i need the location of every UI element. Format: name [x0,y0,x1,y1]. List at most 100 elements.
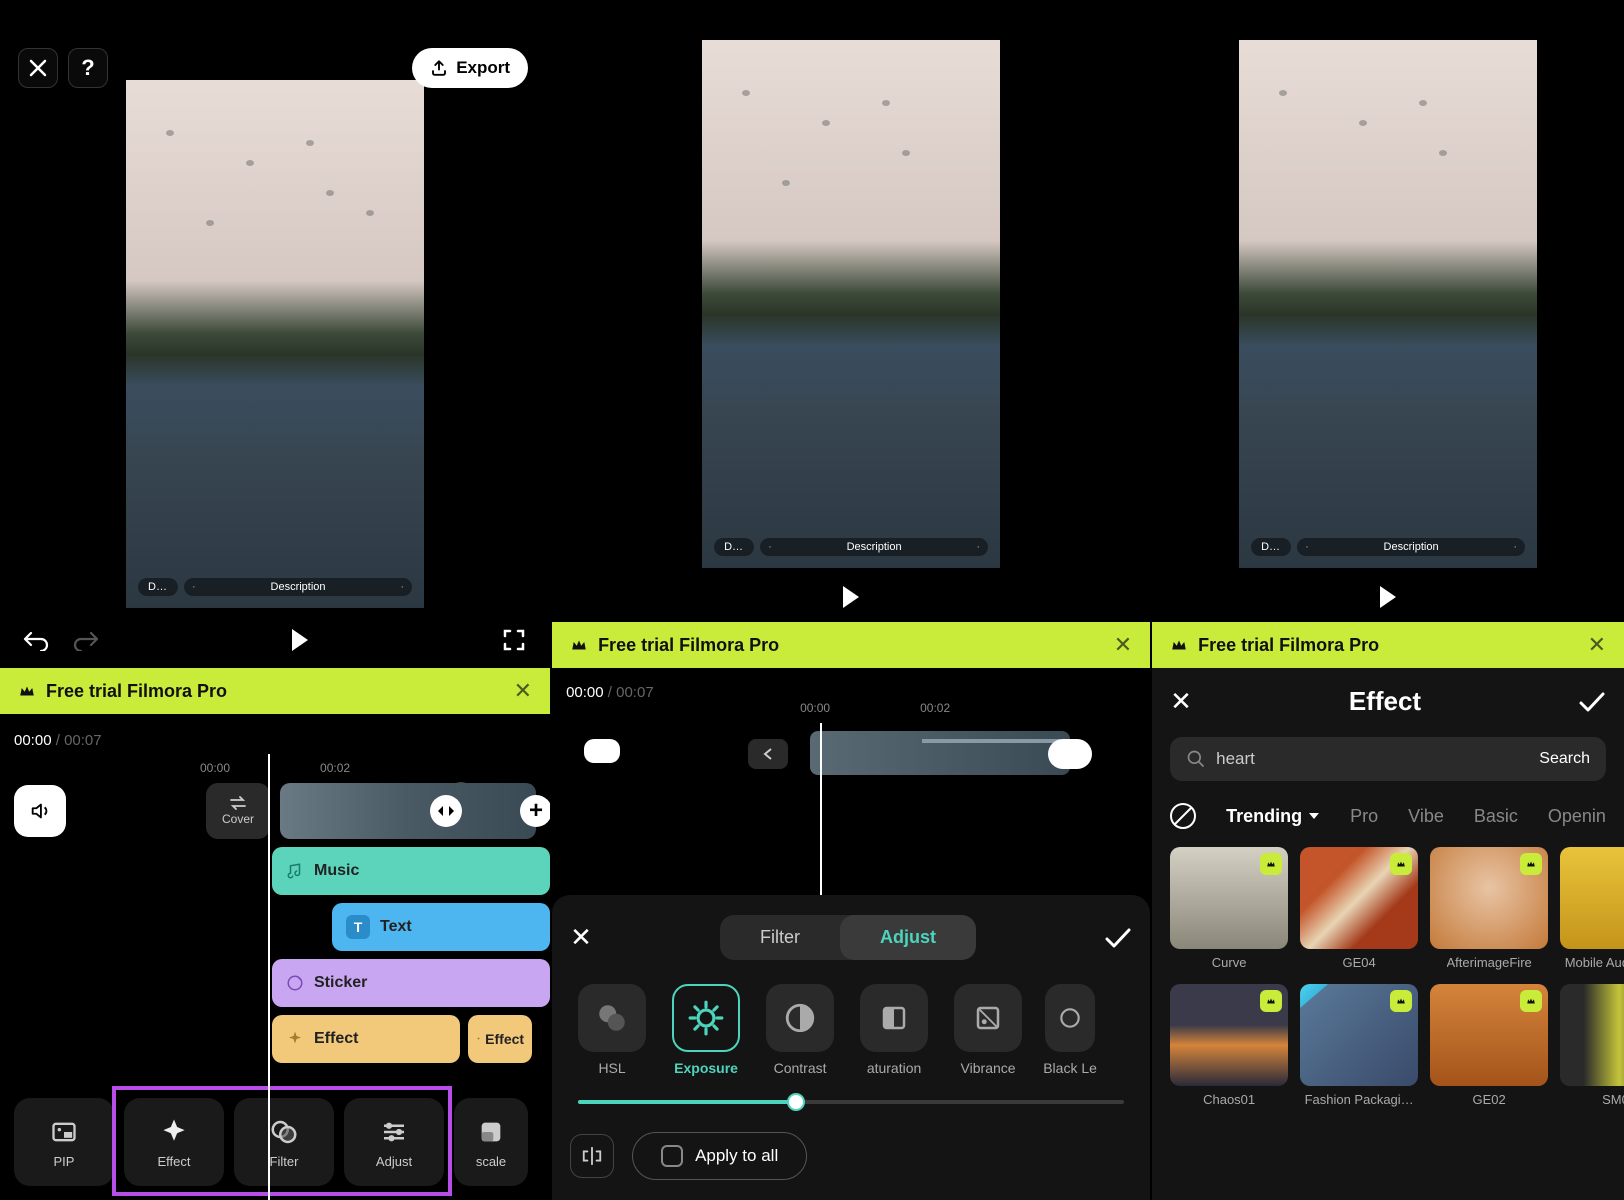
compare-button[interactable] [570,1134,614,1178]
effect-item[interactable]: Mobile Audio Vis… [1560,847,1624,970]
tool-adjust[interactable]: Adjust [344,1098,444,1186]
adj-contrast[interactable]: Contrast [758,984,842,1076]
effect-close[interactable]: ✕ [1170,686,1192,717]
effect-confirm[interactable] [1578,691,1606,713]
exposure-slider[interactable] [578,1100,1124,1104]
search-box[interactable]: Search [1170,737,1606,781]
effect-item[interactable]: GE02 [1430,984,1548,1107]
exposure-icon [687,999,725,1037]
category-opening[interactable]: Opening&Clos [1548,806,1606,827]
trial-banner[interactable]: Free trial Filmora Pro ✕ [1152,622,1624,668]
effect-item[interactable]: Curve [1170,847,1288,970]
tool-filter[interactable]: Filter [234,1098,334,1186]
help-button[interactable]: ? [68,48,108,88]
adj-vibrance[interactable]: Vibrance [946,984,1030,1076]
desc-chip-short[interactable]: Des… [1251,538,1291,556]
transition-button[interactable] [430,795,462,827]
category-pro[interactable]: Pro [1350,806,1378,827]
trial-banner[interactable]: Free trial Filmora Pro ✕ [0,668,550,714]
effect-item[interactable]: Chaos01 [1170,984,1288,1107]
category-vibe[interactable]: Vibe [1408,806,1444,827]
video-preview[interactable]: Des… Description [702,40,1000,568]
adj-saturation[interactable]: aturation [852,984,936,1076]
video-preview[interactable]: Des… Description [126,80,424,608]
desc-chip-long[interactable]: Description [184,578,412,596]
play-button[interactable] [1380,586,1396,608]
search-button[interactable]: Search [1539,750,1590,768]
search-input[interactable] [1216,749,1529,769]
video-clip[interactable]: + [280,783,536,839]
effect-item[interactable]: Fashion Packagi… [1300,984,1418,1107]
export-label: Export [456,58,510,78]
effect-item[interactable]: GE04 [1300,847,1418,970]
banner-close[interactable]: ✕ [514,678,532,704]
desc-chip-long[interactable]: Description [1297,538,1525,556]
search-icon [1186,749,1206,769]
adj-blacklevel[interactable]: Black Le [1040,984,1100,1076]
text-icon: T [346,915,370,939]
fullscreen-button[interactable] [500,626,528,654]
bottom-toolbar: PIP Effect Filter Adjust scale [0,1098,550,1186]
text-track[interactable]: T Text [332,903,550,951]
music-track[interactable]: Music [272,847,550,895]
crown-icon [18,682,36,700]
time-total: 00:07 [64,732,102,749]
effect-item[interactable]: SM04 [1560,984,1624,1107]
clip-handle[interactable] [584,739,620,763]
playhead[interactable] [268,754,270,1200]
banner-close[interactable]: ✕ [1114,632,1132,658]
adj-exposure[interactable]: Exposure [664,984,748,1076]
contrast-icon [783,1001,817,1035]
category-basic[interactable]: Basic [1474,806,1518,827]
new-badge [1300,984,1328,1008]
category-none[interactable] [1170,803,1196,829]
export-button[interactable]: Export [412,48,528,88]
filter-adjust-toggle: Filter Adjust [720,915,976,960]
redo-button[interactable] [72,626,100,654]
tab-filter[interactable]: Filter [720,915,840,960]
tab-adjust[interactable]: Adjust [840,915,976,960]
apply-checkbox[interactable] [661,1145,683,1167]
cover-chip[interactable]: Cover [206,783,270,839]
transition-icon [437,805,455,817]
back-chip[interactable] [748,739,788,769]
effect-track-2[interactable]: Effect [468,1015,532,1063]
category-trending[interactable]: Trending [1226,806,1320,827]
close-icon [29,59,47,77]
effect-track[interactable]: Effect Effect [272,1015,460,1063]
timeline[interactable]: 00:00 / 00:07 00:00 00:02 Cover + [0,714,550,1200]
banner-text: Free trial Filmora Pro [1198,635,1379,656]
video-preview[interactable]: Des… Description [1239,40,1537,568]
apply-to-all-button[interactable]: Apply to all [632,1132,807,1180]
effect-item[interactable]: AfterimageFire [1430,847,1548,970]
clip-handle-right[interactable] [1048,739,1092,769]
close-button[interactable] [18,48,58,88]
tool-scale[interactable]: scale [454,1098,528,1186]
slider-thumb[interactable] [787,1093,805,1111]
crown-icon [570,636,588,654]
desc-chip-long[interactable]: Description [760,538,988,556]
undo-button[interactable] [22,626,50,654]
time-current: 00:00 [14,732,52,749]
sticker-track[interactable]: Sticker [272,959,550,1007]
desc-chip-short[interactable]: Des… [138,578,178,596]
sheet-close[interactable]: ✕ [570,922,592,953]
trial-banner[interactable]: Free trial Filmora Pro ✕ [552,622,1150,668]
play-button[interactable] [843,586,859,608]
desc-chip-short[interactable]: Des… [714,538,754,556]
video-clip[interactable] [810,731,1070,775]
tool-effect[interactable]: Effect [124,1098,224,1186]
adj-hsl[interactable]: HSL [570,984,654,1076]
tool-pip[interactable]: PIP [14,1098,114,1186]
volume-button[interactable] [14,785,66,837]
adjust-sheet: ✕ Filter Adjust HSL Exposure [552,895,1150,1200]
timeline[interactable]: 00:00 / 00:07 00:00 00:02 ✕ Filter [552,668,1150,1200]
sheet-confirm[interactable] [1104,927,1132,949]
banner-close[interactable]: ✕ [1588,632,1606,658]
swap-icon [229,796,247,810]
add-clip-button[interactable]: + [520,795,550,827]
sparkle-icon [286,1030,304,1048]
banner-text: Free trial Filmora Pro [46,681,227,702]
sticker-icon [286,974,304,992]
play-button[interactable] [292,629,308,651]
